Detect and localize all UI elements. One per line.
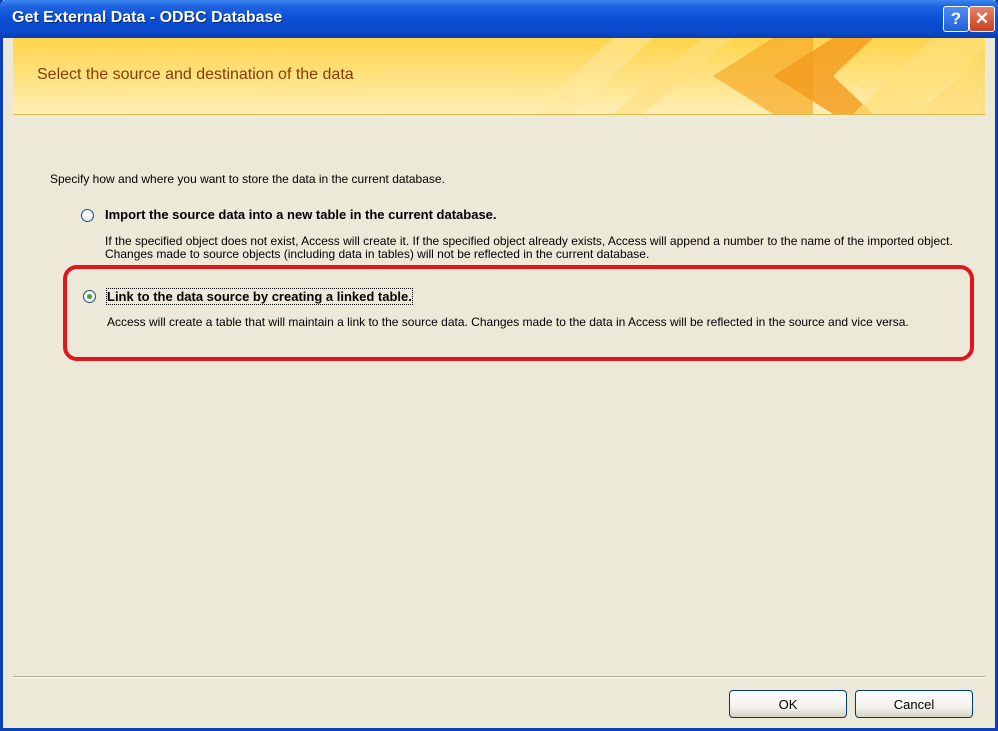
help-button[interactable]: ?	[943, 6, 969, 32]
radio-selected-dot	[87, 294, 92, 299]
import-radio[interactable]	[81, 209, 94, 222]
import-option-description: If the specified object does not exist, …	[105, 234, 953, 261]
header-banner: Select the source and destination of the…	[13, 38, 985, 115]
highlight-annotation	[63, 265, 974, 361]
link-option-label[interactable]: Link to the data source by creating a li…	[106, 288, 413, 305]
link-option-description: Access will create a table that will mai…	[107, 315, 909, 329]
link-radio[interactable]	[83, 290, 96, 303]
import-option-label[interactable]: Import the source data into a new table …	[105, 207, 497, 222]
ok-button[interactable]: OK	[729, 690, 847, 718]
cancel-button[interactable]: Cancel	[855, 690, 973, 718]
window-title: Get External Data - ODBC Database	[12, 9, 283, 26]
instructions-text: Specify how and where you want to store …	[50, 172, 445, 186]
dialog-window: Get External Data - ODBC Database ? ✕ Se…	[0, 0, 998, 731]
close-button[interactable]: ✕	[969, 6, 995, 32]
title-bar[interactable]: Get External Data - ODBC Database ? ✕	[0, 0, 998, 38]
footer-divider	[13, 676, 985, 678]
banner-heading: Select the source and destination of the…	[37, 66, 354, 83]
